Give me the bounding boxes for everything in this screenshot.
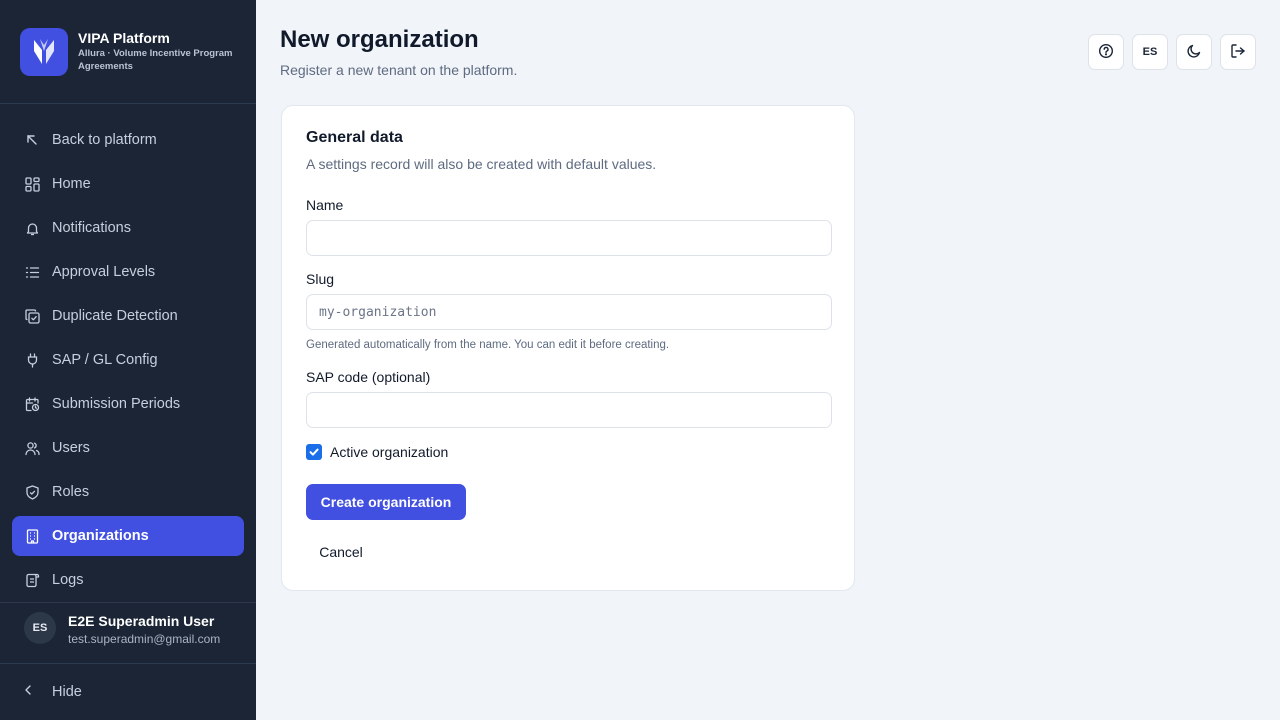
- sidebar-item-notifications[interactable]: Notifications: [12, 208, 244, 248]
- sidebar-item-label: SAP / GL Config: [52, 352, 158, 368]
- sidebar-item-label: Organizations: [52, 528, 149, 544]
- theme-toggle-button[interactable]: [1176, 34, 1212, 70]
- active-organization-checkbox[interactable]: [306, 444, 322, 460]
- sidebar-divider: [0, 663, 256, 664]
- sap-code-input[interactable]: [306, 392, 832, 428]
- sidebar-item-label: Submission Periods: [52, 396, 181, 412]
- sidebar-item-approval-levels[interactable]: Approval Levels: [12, 252, 244, 292]
- page-title: New organization: [280, 26, 479, 53]
- user-name: E2E Superadmin User: [68, 613, 215, 629]
- help-icon: [1098, 43, 1114, 62]
- brand-title: VIPA Platform: [78, 30, 170, 46]
- sidebar-item-label: Back to platform: [52, 132, 157, 148]
- hide-label: Hide: [52, 684, 82, 700]
- sidebar-item-users[interactable]: Users: [12, 428, 244, 468]
- sidebar-item-roles[interactable]: Roles: [12, 472, 244, 512]
- scroll-icon: [24, 572, 40, 588]
- building-icon: [24, 528, 40, 544]
- active-organization-label: Active organization: [330, 444, 449, 460]
- slug-hint: Generated automatically from the name. Y…: [306, 339, 670, 351]
- users-icon: [24, 440, 40, 456]
- slug-input[interactable]: [306, 294, 832, 330]
- active-organization-row[interactable]: Active organization: [306, 444, 448, 460]
- dashboard-icon: [24, 176, 40, 192]
- arrow-up-left-icon: [24, 132, 40, 148]
- list-icon: [24, 264, 40, 280]
- user-email: test.superadmin@gmail.com: [68, 632, 221, 646]
- brand[interactable]: VIPA Platform Allura · Volume Incentive …: [20, 28, 240, 76]
- sidebar-item-label: Duplicate Detection: [52, 308, 178, 324]
- sidebar-item-submission-periods[interactable]: Submission Periods: [12, 384, 244, 424]
- sidebar-item-organizations[interactable]: Organizations: [12, 516, 244, 556]
- slug-label: Slug: [306, 271, 335, 287]
- logout-button[interactable]: [1220, 34, 1256, 70]
- sidebar-item-label: Users: [52, 440, 90, 456]
- avatar: ES: [24, 612, 56, 644]
- create-organization-button[interactable]: Create organization: [306, 484, 466, 520]
- copy-check-icon: [24, 308, 40, 324]
- plug-icon: [24, 352, 40, 368]
- sidebar-item-home[interactable]: Home: [12, 164, 244, 204]
- name-label: Name: [306, 197, 344, 213]
- sidebar-item-duplicate-detection[interactable]: Duplicate Detection: [12, 296, 244, 336]
- vipa-logo-icon: [20, 28, 68, 76]
- page-subtitle: Register a new tenant on the platform.: [280, 62, 518, 78]
- card-title: General data: [306, 129, 403, 146]
- moon-icon: [1186, 43, 1202, 62]
- user-profile[interactable]: ES E2E Superadmin User test.superadmin@g…: [24, 612, 244, 646]
- sidebar-item-label: Approval Levels: [52, 264, 156, 280]
- organization-form-card: General data A settings record will also…: [281, 105, 855, 591]
- sidebar-item-logs[interactable]: Logs: [12, 560, 244, 600]
- sidebar: VIPA Platform Allura · Volume Incentive …: [0, 0, 256, 720]
- sidebar-item-sap-gl-config[interactable]: SAP / GL Config: [12, 340, 244, 380]
- cancel-button[interactable]: Cancel: [306, 534, 376, 570]
- name-input[interactable]: [306, 220, 832, 256]
- language-button[interactable]: ES: [1132, 34, 1168, 70]
- brand-subtitle: Allura · Volume Incentive Program Agreem…: [78, 48, 233, 72]
- card-subtitle: A settings record will also be created w…: [306, 156, 657, 172]
- sidebar-item-label: Logs: [52, 572, 84, 588]
- calendar-clock-icon: [24, 396, 40, 412]
- shield-check-icon: [24, 484, 40, 500]
- sidebar-item-label: Roles: [52, 484, 90, 500]
- sidebar-item-back-to-platform[interactable]: Back to platform: [12, 120, 244, 160]
- sidebar-divider: [0, 602, 256, 603]
- sap-code-label: SAP code (optional): [306, 369, 431, 385]
- hide-sidebar-button[interactable]: Hide: [24, 682, 82, 702]
- sidebar-item-label: Notifications: [52, 220, 131, 236]
- logout-icon: [1230, 43, 1246, 62]
- chevron-left-icon: [24, 684, 36, 700]
- sidebar-divider: [0, 103, 256, 104]
- check-icon: [309, 448, 319, 456]
- help-button[interactable]: [1088, 34, 1124, 70]
- bell-icon: [24, 220, 40, 236]
- sidebar-item-label: Home: [52, 176, 91, 192]
